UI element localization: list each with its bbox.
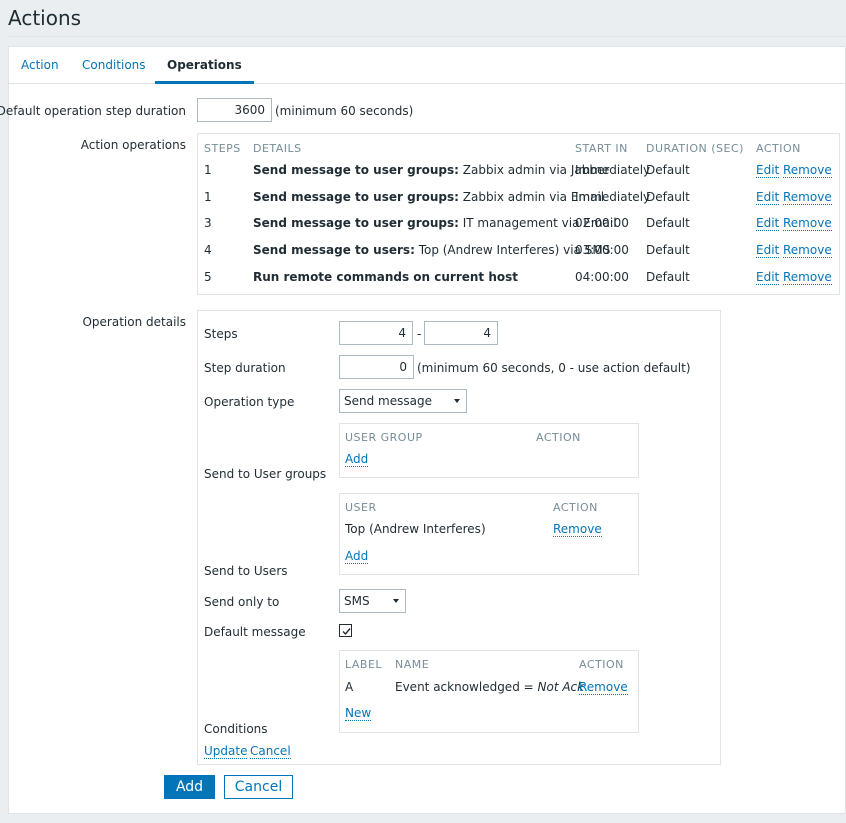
form-card: Action Conditions Operations Default ope… [0, 46, 846, 814]
remove-operation-link[interactable]: Remove [783, 270, 832, 285]
add-user-link[interactable]: Add [345, 549, 369, 564]
default-step-duration-hint: (minimum 60 seconds) [275, 104, 414, 118]
send-to-user-groups-label: Send to User groups [204, 467, 327, 481]
remove-operation-link[interactable]: Remove [783, 243, 832, 258]
operation-duration: Default [646, 190, 690, 204]
column-header-details: DETAILS [253, 142, 302, 155]
send-to-users-label: Send to Users [204, 564, 288, 578]
steps-from-input[interactable] [339, 321, 413, 345]
remove-operation-link[interactable]: Remove [783, 216, 832, 231]
column-header-steps: STEPS [204, 142, 241, 155]
tab-conditions[interactable]: Conditions [70, 47, 158, 84]
users-table: USER ACTION Top (Andrew Interferes) Remo… [339, 493, 639, 575]
operation-details: Send message to user groups: Zabbix admi… [253, 163, 610, 177]
operation-start-in: 04:00:00 [575, 270, 629, 284]
column-header-start-in: START IN [575, 142, 628, 155]
operation-details: Send message to user groups: IT manageme… [253, 216, 617, 230]
operation-start-in: Immediately [575, 163, 651, 177]
action-operations-table: STEPS DETAILS START IN DURATION (SEC) AC… [197, 133, 840, 295]
send-only-to-select[interactable]: SMS [339, 589, 406, 613]
user-groups-table: USER GROUP ACTION Add [339, 423, 639, 478]
new-condition-link[interactable]: New [345, 706, 372, 721]
update-operation-link[interactable]: Update [204, 744, 248, 759]
condition-name: Event acknowledged = Not Ack [395, 680, 585, 694]
send-only-to-value: SMS [344, 594, 370, 608]
remove-condition-link[interactable]: Remove [579, 680, 628, 695]
add-user-group-link[interactable]: Add [345, 452, 369, 467]
column-header-action: ACTION [579, 658, 624, 671]
send-only-to-label: Send only to [204, 595, 280, 609]
edit-operation-link[interactable]: Edit [756, 190, 780, 205]
operation-step: 4 [204, 243, 212, 257]
column-header-label: LABEL [345, 658, 383, 671]
step-duration-hint: (minimum 60 seconds, 0 - use action defa… [417, 361, 691, 375]
operation-details: Run remote commands on current host [253, 270, 518, 284]
column-header-action: ACTION [553, 501, 598, 514]
user-name: Top (Andrew Interferes) [345, 522, 486, 536]
operation-details: Send message to user groups: Zabbix admi… [253, 190, 605, 204]
operation-start-in: 02:00:00 [575, 216, 629, 230]
operation-duration: Default [646, 270, 690, 284]
operation-type-select[interactable]: Send message [339, 389, 467, 413]
conditions-table: LABEL NAME ACTION A Event acknowledged =… [339, 650, 639, 733]
steps-to-input[interactable] [424, 321, 498, 345]
column-header-action: ACTION [536, 431, 581, 444]
column-header-user-group: USER GROUP [345, 431, 423, 444]
tab-operations[interactable]: Operations [155, 47, 254, 84]
cancel-operation-link[interactable]: Cancel [250, 744, 291, 759]
tab-action[interactable]: Action [9, 47, 71, 84]
default-step-duration-label: Default operation step duration [0, 104, 186, 118]
step-duration-label: Step duration [204, 361, 286, 375]
conditions-label: Conditions [204, 722, 268, 736]
condition-label: A [345, 680, 354, 694]
column-header-name: NAME [395, 658, 430, 671]
default-message-checkbox[interactable] [339, 624, 352, 637]
default-step-duration-input[interactable] [197, 98, 272, 122]
column-header-action: ACTION [756, 142, 801, 155]
default-message-label: Default message [204, 625, 306, 639]
edit-operation-link[interactable]: Edit [756, 243, 780, 258]
steps-separator: - [417, 327, 422, 341]
operation-duration: Default [646, 216, 690, 230]
edit-operation-link[interactable]: Edit [756, 163, 780, 178]
operation-start-in: Immediately [575, 190, 651, 204]
remove-operation-link[interactable]: Remove [783, 163, 832, 178]
edit-operation-link[interactable]: Edit [756, 216, 780, 231]
chevron-down-icon [393, 599, 399, 603]
check-icon [342, 628, 351, 636]
cancel-button[interactable]: Cancel [224, 775, 293, 799]
operation-step: 5 [204, 270, 212, 284]
step-duration-input[interactable] [339, 355, 414, 379]
title-divider [8, 36, 846, 37]
operation-type-value: Send message [344, 394, 432, 408]
operation-step: 1 [204, 163, 212, 177]
steps-label: Steps [204, 327, 238, 341]
operation-step: 1 [204, 190, 212, 204]
action-operations-label: Action operations [80, 138, 186, 152]
remove-operation-link[interactable]: Remove [783, 190, 832, 205]
tab-bar: Action Conditions Operations [9, 47, 845, 84]
operation-duration: Default [646, 163, 690, 177]
column-header-duration: DURATION (SEC) [646, 142, 744, 155]
operation-type-label: Operation type [204, 395, 295, 409]
operation-duration: Default [646, 243, 690, 257]
add-button[interactable]: Add [164, 775, 215, 799]
operation-details-label: Operation details [82, 315, 186, 329]
operation-details: Send message to users: Top (Andrew Inter… [253, 243, 611, 257]
operation-details-panel: Steps - Step duration (minimum 60 second… [197, 310, 721, 765]
column-header-user: USER [345, 501, 377, 514]
chevron-down-icon [454, 399, 460, 403]
remove-user-link[interactable]: Remove [553, 522, 602, 537]
page-title: Actions [8, 6, 82, 30]
operation-step: 3 [204, 216, 212, 230]
edit-operation-link[interactable]: Edit [756, 270, 780, 285]
operation-start-in: 03:00:00 [575, 243, 629, 257]
